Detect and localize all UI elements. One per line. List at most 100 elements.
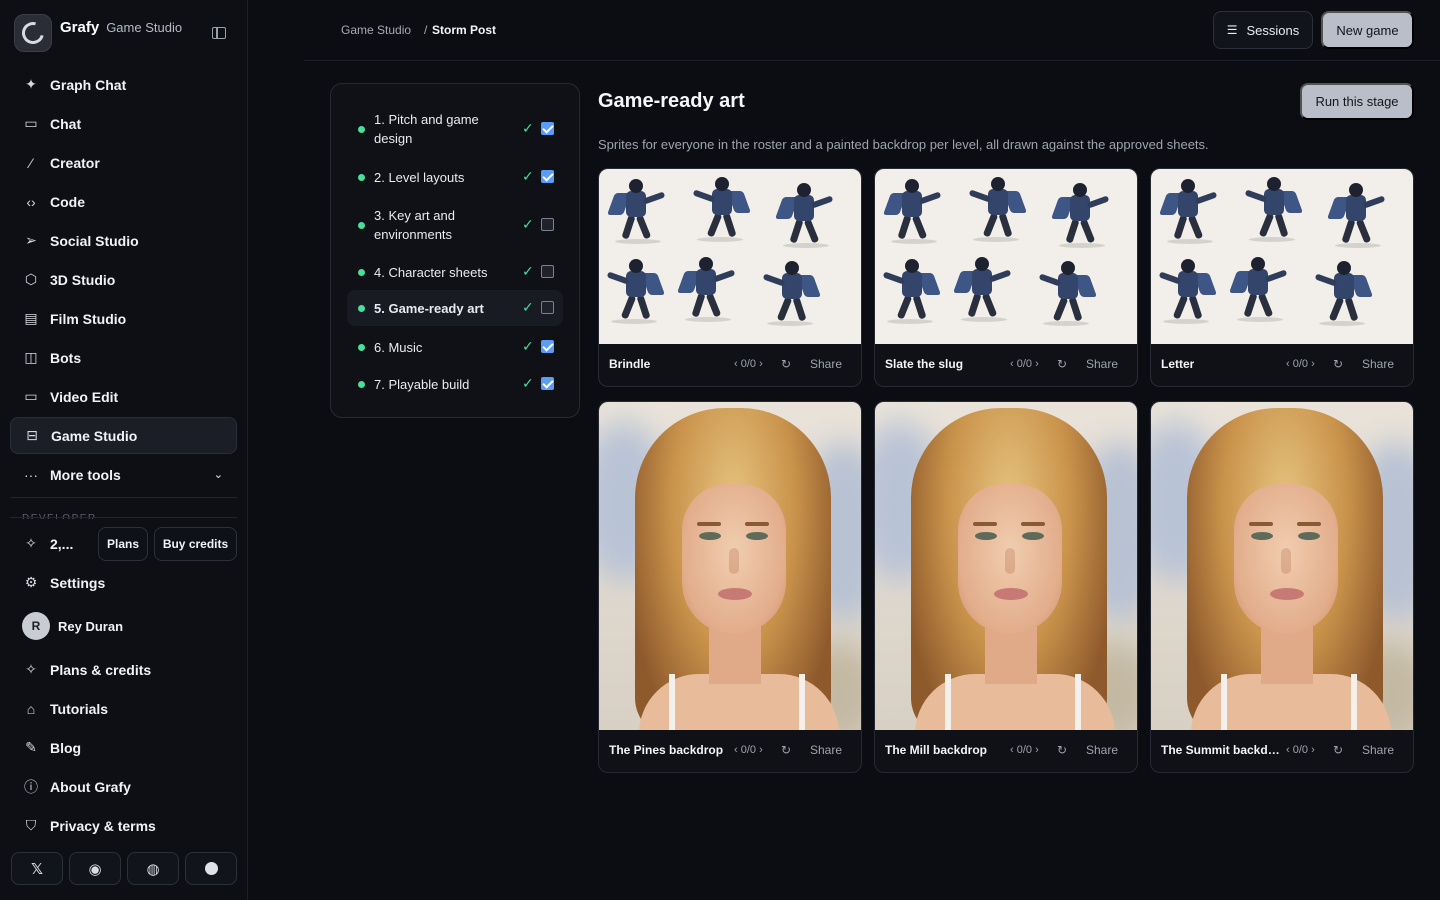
dot-icon [204, 862, 218, 875]
stage-item[interactable]: 1. Pitch and game design ✓ [347, 105, 563, 153]
sidebar-item-plans-credits[interactable]: ✧ Plans & credits [10, 651, 237, 688]
sidebar-item-creator[interactable]: ⁄ Creator [10, 144, 237, 181]
sidebar-item-film-studio[interactable]: ▤ Film Studio [10, 300, 237, 337]
sidebar-item-label: Blog [50, 739, 82, 756]
sessions-button[interactable]: ☰ Sessions [1213, 11, 1313, 49]
stage-label: 6. Music [374, 339, 423, 355]
brand[interactable]: Grafy Game Studio [14, 14, 182, 52]
stage-label: 3. Key art and environments [374, 208, 455, 242]
backdrop-image[interactable] [875, 402, 1137, 730]
panel-title: Game-ready art [598, 90, 745, 112]
refresh-icon[interactable]: ↻ [781, 743, 791, 757]
sidebar-item-chat[interactable]: ▭ Chat [10, 105, 237, 142]
sidebar-item-blog[interactable]: ✎ Blog [10, 729, 237, 766]
stage-item[interactable]: 7. Playable build ✓ [347, 370, 563, 398]
check-icon: ✓ [522, 120, 534, 136]
stage-checkbox[interactable] [541, 170, 554, 183]
dot-link[interactable] [185, 852, 237, 885]
refresh-icon[interactable]: ↻ [1333, 743, 1343, 757]
sprite-card[interactable]: Slate the slug ‹ 0/0 › ↻ Share [874, 168, 1138, 387]
refresh-icon[interactable]: ↻ [781, 357, 791, 371]
backdrop-card[interactable]: The Pines backdrop ‹ 0/0 › ↻ Share [598, 401, 862, 773]
sidebar-item-label: Graph Chat [50, 76, 127, 93]
stage-checkbox[interactable] [541, 218, 554, 231]
backdrop-image[interactable] [1151, 402, 1413, 730]
sidebar-item-tutorials[interactable]: ⌂ Tutorials [10, 690, 237, 727]
sprite-sheet-image[interactable] [599, 169, 861, 344]
sidebar-item-more-tools[interactable]: ··· More tools ⌄ [10, 456, 237, 493]
sidebar-item-privacy-terms[interactable]: ⛉ Privacy & terms [10, 807, 237, 844]
breadcrumb-root[interactable]: Game Studio [341, 23, 411, 37]
backdrop-image[interactable] [599, 402, 861, 730]
sidebar-item-3d-studio[interactable]: ⬡ 3D Studio [10, 261, 237, 298]
code-icon: ‹› [26, 193, 36, 210]
sidebar-item-settings[interactable]: ⚙ Settings [10, 564, 237, 601]
refresh-icon[interactable]: ↻ [1057, 357, 1067, 371]
stage-item[interactable]: 5. Game-ready art ✓ [347, 290, 563, 326]
github-link[interactable]: ◍ [127, 852, 179, 885]
stage-item[interactable]: 2. Level layouts ✓ [347, 163, 563, 191]
sprite-sheet-image[interactable] [1151, 169, 1413, 344]
sidebar-item-graph-chat[interactable]: ✦ Graph Chat [10, 66, 237, 103]
stage-checkbox[interactable] [541, 265, 554, 278]
share-button[interactable]: Share [810, 743, 842, 757]
share-button[interactable]: Share [1362, 743, 1394, 757]
buy-credits-button[interactable]: Buy credits [154, 526, 237, 561]
share-button[interactable]: Share [1086, 357, 1118, 371]
status-dot-icon [358, 380, 365, 388]
sidebar-item-game-studio[interactable]: ⊟ Game Studio [10, 417, 237, 454]
refresh-icon[interactable]: ↻ [1057, 743, 1067, 757]
stage-item[interactable]: 6. Music ✓ [347, 333, 563, 361]
new-game-button[interactable]: New game [1321, 11, 1414, 49]
sparkle-icon: ✧ [25, 535, 37, 551]
sidebar-item-social-studio[interactable]: ➢ Social Studio [10, 222, 237, 259]
share-button[interactable]: Share [810, 357, 842, 371]
status-dot-icon [358, 221, 365, 229]
card-title: Letter [1161, 357, 1195, 371]
sidebar-item-label: 3D Studio [50, 271, 116, 288]
variant-pager[interactable]: ‹ 0/0 › [1010, 358, 1039, 370]
sidebar-item-video-edit[interactable]: ▭ Video Edit [10, 378, 237, 415]
avatar: R [22, 612, 50, 640]
variant-pager[interactable]: ‹ 0/0 › [734, 358, 763, 370]
sprite-sheet-image[interactable] [875, 169, 1137, 344]
user-profile[interactable]: R Rey Duran [10, 603, 237, 649]
sidebar-item-code[interactable]: ‹› Code [10, 183, 237, 220]
stage-list: 1. Pitch and game design ✓ 2. Level layout… [330, 83, 580, 418]
sidebar-item-label: Bots [50, 349, 82, 366]
sidebar-item-bots[interactable]: ◫ Bots [10, 339, 237, 376]
plans-button[interactable]: Plans [98, 526, 148, 561]
sidebar-item-label: Settings [50, 574, 106, 591]
x-link[interactable]: 𝕏 [11, 852, 63, 885]
check-icon: ✓ [522, 263, 534, 279]
sidebar-item-about-grafy[interactable]: ⓘ About Grafy [10, 768, 237, 805]
sidebar-item-label: Film Studio [50, 310, 127, 327]
variant-pager[interactable]: ‹ 0/0 › [1286, 744, 1315, 756]
sparkle-icon: ✧ [25, 661, 37, 677]
stage-checkbox[interactable] [541, 122, 554, 135]
refresh-icon[interactable]: ↻ [1333, 357, 1343, 371]
info-icon: ⓘ [24, 778, 38, 795]
stage-item[interactable]: 3. Key art and environments ✓ [347, 201, 563, 249]
stage-item[interactable]: 4. Character sheets ✓ [347, 258, 563, 286]
run-stage-button[interactable]: Run this stage [1300, 83, 1414, 120]
sidebar-collapse-icon[interactable] [212, 27, 226, 39]
stage-checkbox[interactable] [541, 377, 554, 390]
share-button[interactable]: Share [1086, 743, 1118, 757]
sprite-card[interactable]: Brindle ‹ 0/0 › ↻ Share [598, 168, 862, 387]
lower-nav: ⚙ Settings R Rey Duran ✧ Plans & credits ⌂… [10, 564, 237, 846]
chevron-down-icon: ⌄ [213, 469, 223, 481]
variant-pager[interactable]: ‹ 0/0 › [1286, 358, 1315, 370]
stage-label: 1. Pitch and game design [374, 112, 479, 146]
variant-pager[interactable]: ‹ 0/0 › [1010, 744, 1039, 756]
discord-link[interactable]: ◉ [69, 852, 121, 885]
credits-row: ✧ 2,... Plans Buy credits [10, 526, 237, 561]
stage-checkbox[interactable] [541, 301, 554, 314]
variant-pager[interactable]: ‹ 0/0 › [734, 744, 763, 756]
backdrop-card[interactable]: The Summit backdrop ‹ 0/0 › ↻ Share [1150, 401, 1414, 773]
sprite-card[interactable]: Letter ‹ 0/0 › ↻ Share [1150, 168, 1414, 387]
breadcrumb-separator: / [424, 23, 428, 37]
share-button[interactable]: Share [1362, 357, 1394, 371]
backdrop-card[interactable]: The Mill backdrop ‹ 0/0 › ↻ Share [874, 401, 1138, 773]
stage-checkbox[interactable] [541, 340, 554, 353]
